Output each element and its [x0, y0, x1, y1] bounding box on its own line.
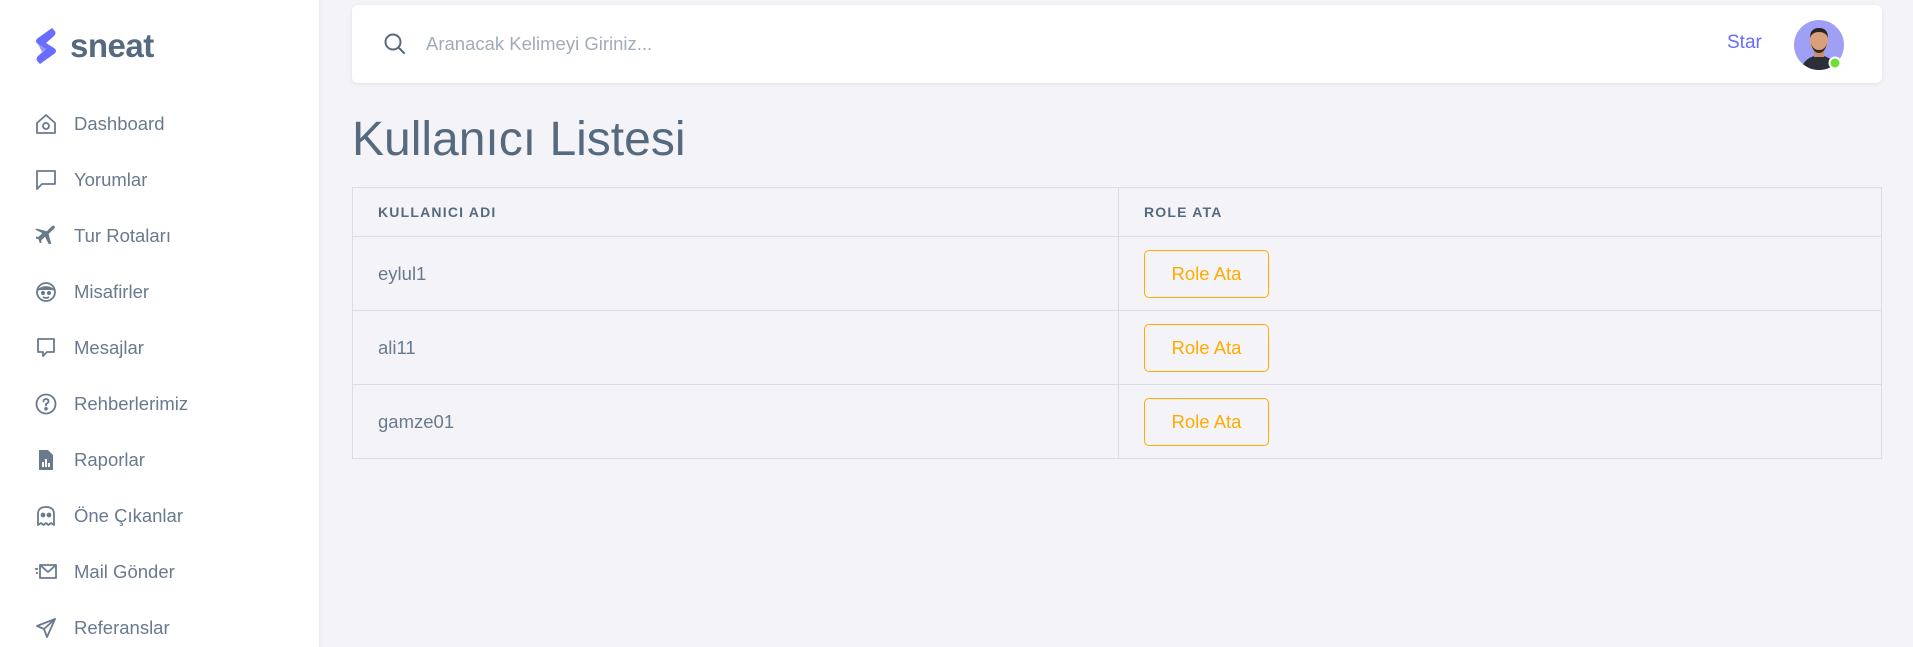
sidebar-item-label: Dashboard — [74, 113, 165, 134]
help-circle-icon — [33, 391, 59, 417]
action-cell: Role Ata — [1118, 310, 1882, 385]
plane-icon — [33, 223, 59, 249]
send-icon — [33, 615, 59, 641]
sidebar-item-tur-rotalari[interactable]: Tur Rotaları — [0, 208, 319, 264]
table-row: ali11 Role Ata — [352, 310, 1882, 385]
brand[interactable]: sneat — [32, 26, 154, 66]
sneat-logo-icon — [32, 26, 60, 66]
sidebar: sneat Dashboard Yorumlar Tur Rotaları Mi… — [0, 0, 319, 647]
home-icon — [33, 111, 59, 137]
table-row: gamze01 Role Ata — [352, 384, 1882, 459]
report-file-icon — [33, 447, 59, 473]
action-cell: Role Ata — [1118, 236, 1882, 311]
sidebar-item-mesajlar[interactable]: Mesajlar — [0, 320, 319, 376]
assign-role-button[interactable]: Role Ata — [1144, 397, 1269, 446]
search-icon[interactable] — [382, 31, 408, 57]
column-header-assign-role: ROLE ATA — [1118, 187, 1882, 237]
username-cell: eylul1 — [352, 236, 1119, 311]
sidebar-item-yorumlar[interactable]: Yorumlar — [0, 152, 319, 208]
face-icon — [33, 279, 59, 305]
sidebar-item-rehberlerimiz[interactable]: Rehberlerimiz — [0, 376, 319, 432]
sidebar-item-label: Rehberlerimiz — [74, 393, 189, 414]
sidebar-item-mail-gonder[interactable]: Mail Gönder — [0, 544, 319, 600]
username-cell: gamze01 — [352, 384, 1119, 459]
comment-icon — [33, 167, 59, 193]
sidebar-item-label: Tur Rotaları — [74, 225, 171, 246]
sidebar-item-label: Öne Çıkanlar — [74, 505, 183, 526]
action-cell: Role Ata — [1118, 384, 1882, 459]
search-input[interactable] — [426, 25, 1326, 63]
page-title: Kullanıcı Listesi — [352, 113, 686, 166]
sidebar-item-misafirler[interactable]: Misafirler — [0, 264, 319, 320]
top-navbar: Star — [352, 5, 1882, 83]
assign-role-button[interactable]: Role Ata — [1144, 323, 1269, 372]
sidebar-menu: Dashboard Yorumlar Tur Rotaları Misafirl… — [0, 96, 319, 647]
user-table: KULLANICI ADI ROLE ATA eylul1 Role Ata a… — [352, 187, 1882, 459]
table-row: eylul1 Role Ata — [352, 236, 1882, 311]
username-cell: ali11 — [352, 310, 1119, 385]
star-link[interactable]: Star — [1727, 32, 1762, 54]
message-icon — [33, 335, 59, 361]
table-header-row: KULLANICI ADI ROLE ATA — [352, 187, 1882, 237]
mail-send-icon — [33, 559, 59, 585]
avatar[interactable] — [1793, 19, 1845, 71]
sidebar-item-label: Mesajlar — [74, 337, 144, 358]
sidebar-item-label: Referanslar — [74, 617, 170, 638]
sidebar-item-label: Yorumlar — [74, 169, 148, 190]
assign-role-button[interactable]: Role Ata — [1144, 249, 1269, 298]
sidebar-item-label: Raporlar — [74, 449, 145, 470]
sidebar-item-raporlar[interactable]: Raporlar — [0, 432, 319, 488]
sidebar-item-label: Mail Gönder — [74, 561, 175, 582]
sidebar-item-one-cikanlar[interactable]: Öne Çıkanlar — [0, 488, 319, 544]
ghost-icon — [33, 503, 59, 529]
sidebar-item-label: Misafirler — [74, 281, 150, 302]
sidebar-item-referanslar[interactable]: Referanslar — [0, 600, 319, 647]
sidebar-item-dashboard[interactable]: Dashboard — [0, 96, 319, 152]
brand-name: sneat — [70, 27, 154, 64]
column-header-username: KULLANICI ADI — [352, 187, 1119, 237]
